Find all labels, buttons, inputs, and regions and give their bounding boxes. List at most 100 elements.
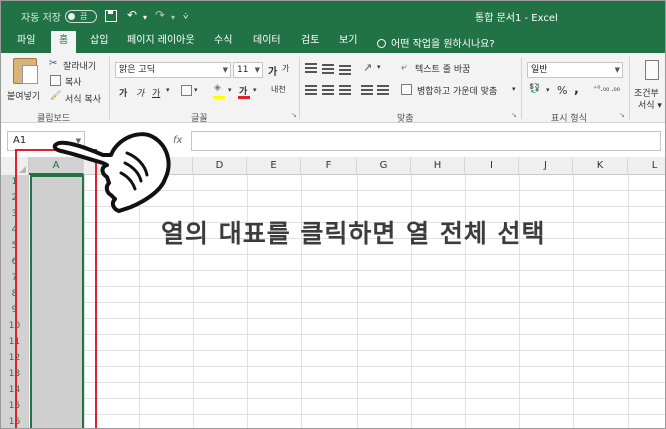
decrease-decimal-button[interactable]: .₀₀: [611, 84, 620, 93]
gridline-horizontal: [29, 190, 665, 191]
orientation-dropdown-icon[interactable]: ▾: [377, 63, 381, 71]
column-header-g[interactable]: G: [357, 157, 411, 175]
column-header-i[interactable]: I: [465, 157, 519, 175]
grow-font-button[interactable]: 가: [268, 63, 277, 78]
tab-view[interactable]: 보기: [339, 31, 357, 53]
undo-icon[interactable]: ↶: [127, 8, 137, 22]
tell-me-text: 어떤 작업을 원하시나요?: [391, 39, 495, 50]
column-header-c[interactable]: C: [139, 157, 193, 175]
fill-color-bar: [213, 96, 225, 99]
insert-function-button[interactable]: fx: [173, 135, 182, 146]
tab-data[interactable]: 데이터: [253, 31, 281, 53]
font-dialog-launcher-icon[interactable]: ↘: [291, 111, 297, 119]
paste-button[interactable]: 붙여넣기: [7, 89, 40, 102]
align-right-icon[interactable]: [339, 85, 351, 95]
merge-dropdown-icon[interactable]: ▾: [512, 85, 516, 93]
borders-icon[interactable]: [181, 85, 192, 96]
search-icon: [377, 39, 386, 48]
ribbon-tabs: 파일 홈 삽입 페이지 레이아웃 수식 데이터 검토 보기 어떤 작업을 원하시…: [1, 31, 665, 53]
document-title: 통합 문서1 - Excel: [475, 13, 558, 24]
column-header-l[interactable]: L: [628, 157, 665, 175]
wrap-text-button[interactable]: 텍스트 줄 바꿈: [415, 62, 470, 75]
font-name-value: 맑은 고딕: [119, 65, 155, 75]
align-center-icon[interactable]: [322, 85, 334, 95]
tab-review[interactable]: 검토: [301, 31, 319, 53]
phonetic-button[interactable]: 내천: [271, 84, 286, 95]
font-color-dropdown-icon[interactable]: ▾: [253, 86, 257, 94]
undo-dropdown-icon[interactable]: ▾: [143, 11, 147, 25]
font-name-combo[interactable]: 맑은 고딕 ▼: [115, 62, 231, 78]
copy-icon[interactable]: [50, 75, 61, 86]
underline-button[interactable]: 가: [152, 86, 160, 99]
format-painter-button[interactable]: 서식 복사: [65, 92, 101, 105]
fill-color-dropdown-icon[interactable]: ▾: [228, 86, 232, 94]
excel-window: 자동 저장 끔 ↶ ▾ ↷ ▾ ⩒ 통합 문서1 - Excel 파일 홈 삽입…: [0, 0, 666, 429]
annotation-caption: 열의 대표를 클릭하면 열 전체 선택: [161, 219, 546, 248]
paste-icon[interactable]: [13, 58, 38, 84]
ribbon-separator: [299, 57, 300, 119]
format-painter-icon[interactable]: 🖌: [50, 91, 61, 101]
cut-button[interactable]: 잘라내기: [63, 59, 96, 72]
conditional-formatting-icon[interactable]: [645, 60, 659, 80]
gridline-horizontal: [29, 334, 665, 335]
font-color-bar: [238, 96, 250, 99]
alignment-dialog-launcher-icon[interactable]: ↘: [511, 111, 517, 119]
column-header-d[interactable]: D: [193, 157, 247, 175]
worksheet-grid[interactable]: ABCDEFGHIJKL 1 2 3 4 5 6 7 8 9 10 11 12 13 14 15 16: [1, 157, 665, 428]
column-header-row: ABCDEFGHIJKL: [1, 157, 665, 175]
tell-me-search[interactable]: 어떤 작업을 원하시나요?: [377, 35, 495, 50]
gridline-horizontal: [29, 414, 665, 415]
title-bar: 자동 저장 끔 ↶ ▾ ↷ ▾ ⩒ 통합 문서1 - Excel: [1, 1, 665, 31]
merge-center-icon[interactable]: [401, 84, 412, 95]
copy-button[interactable]: 복사: [65, 75, 82, 88]
increase-decimal-button[interactable]: ⁺⁰.₀₀: [593, 84, 609, 93]
column-header-f[interactable]: F: [301, 157, 357, 175]
orientation-icon[interactable]: ↗: [363, 61, 372, 74]
align-bottom-icon[interactable]: [339, 65, 351, 75]
percent-button[interactable]: %: [557, 84, 567, 97]
formula-input[interactable]: [191, 131, 661, 151]
number-format-value: 일반: [531, 65, 548, 75]
gridline-horizontal: [29, 382, 665, 383]
save-icon[interactable]: [105, 10, 117, 22]
merge-center-button[interactable]: 병합하고 가운데 맞춤: [417, 84, 497, 97]
tab-file[interactable]: 파일: [17, 31, 35, 53]
align-middle-icon[interactable]: [322, 64, 334, 74]
italic-button[interactable]: 가: [136, 86, 144, 99]
decrease-indent-icon[interactable]: [361, 85, 373, 95]
accounting-format-icon[interactable]: 💱: [529, 84, 540, 94]
shrink-font-button[interactable]: 가: [282, 63, 289, 74]
number-dialog-launcher-icon[interactable]: ↘: [619, 111, 625, 119]
name-box-value: A1: [13, 135, 27, 146]
column-header-k[interactable]: K: [573, 157, 628, 175]
align-top-icon[interactable]: [305, 63, 317, 73]
comma-button[interactable]: ,: [574, 82, 579, 97]
font-size-combo[interactable]: 11 ▼: [233, 62, 263, 78]
customize-qat-icon[interactable]: ⩒: [183, 10, 188, 24]
tab-formulas[interactable]: 수식: [214, 31, 232, 53]
conditional-formatting-sub[interactable]: 서식 ▾: [638, 98, 662, 111]
name-box[interactable]: A1 ▼: [7, 131, 85, 151]
redo-dropdown-icon[interactable]: ▾: [171, 11, 175, 25]
column-header-h[interactable]: H: [411, 157, 465, 175]
borders-dropdown-icon[interactable]: ▾: [194, 86, 198, 94]
autosave-toggle[interactable]: 끔: [65, 10, 97, 23]
accounting-dropdown-icon[interactable]: ▾: [546, 86, 550, 94]
align-left-icon[interactable]: [305, 85, 317, 95]
column-header-e[interactable]: E: [247, 157, 301, 175]
formula-bar: A1 ▼ ✓ fx: [1, 123, 665, 157]
column-header-j[interactable]: J: [519, 157, 573, 175]
cut-icon[interactable]: ✂: [49, 58, 57, 69]
tab-home[interactable]: 홈: [51, 31, 77, 53]
bold-button[interactable]: 가: [119, 86, 127, 99]
underline-dropdown-icon[interactable]: ▾: [166, 86, 170, 94]
enter-button[interactable]: ✓: [151, 135, 159, 146]
wrap-text-icon[interactable]: ⤶: [401, 62, 407, 73]
number-format-combo[interactable]: 일반 ▼: [527, 62, 623, 78]
tab-page-layout[interactable]: 페이지 레이아웃: [127, 31, 195, 53]
fill-color-icon[interactable]: ◈: [214, 83, 221, 93]
redo-icon[interactable]: ↷: [155, 8, 165, 22]
highlight-box-column: [15, 149, 97, 428]
tab-insert[interactable]: 삽입: [90, 31, 108, 53]
increase-indent-icon[interactable]: [377, 85, 389, 95]
